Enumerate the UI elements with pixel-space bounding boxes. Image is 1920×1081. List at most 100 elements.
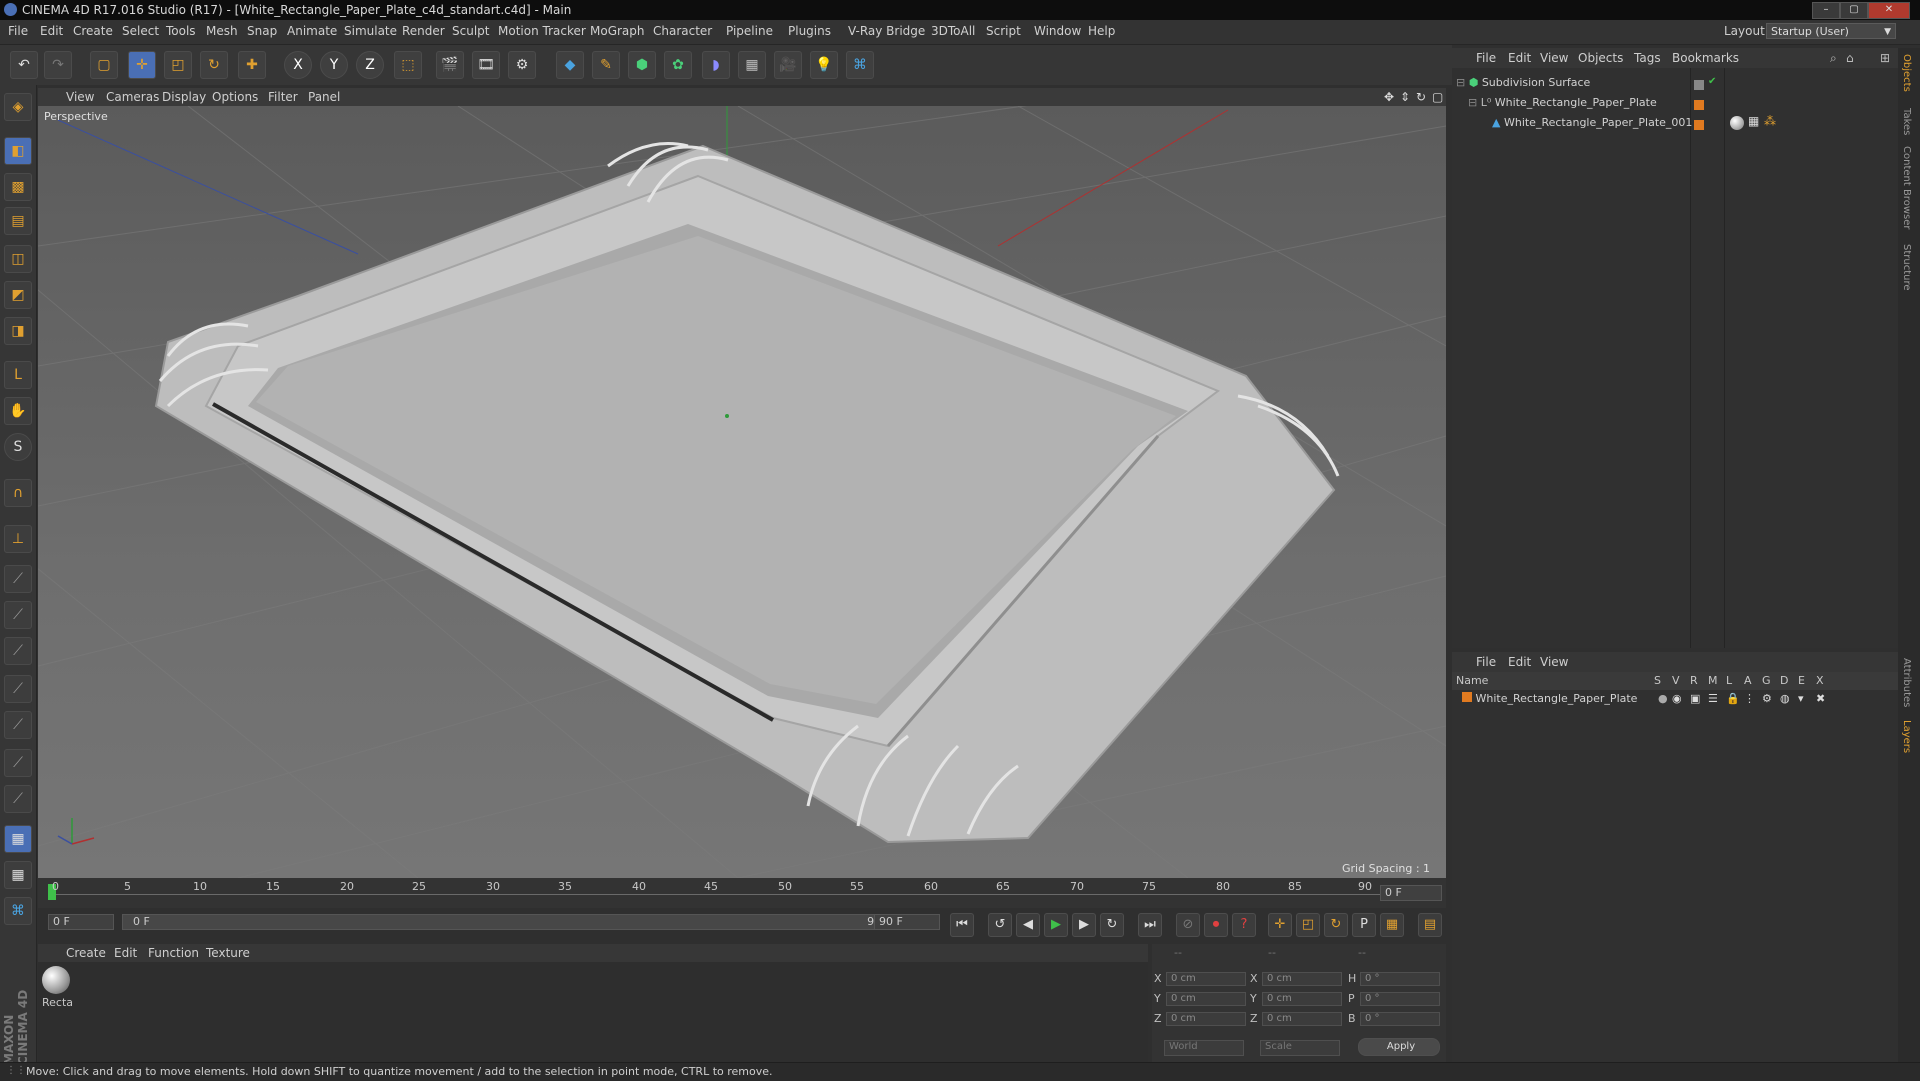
size-z-field[interactable]: 0 cm xyxy=(1262,1012,1342,1026)
quantize-icon[interactable]: ▦ xyxy=(4,861,32,889)
tab-takes[interactable]: Takes xyxy=(1901,108,1912,135)
rot-h-field[interactable]: 0 ° xyxy=(1360,972,1440,986)
zoom-view-icon[interactable]: ⇕ xyxy=(1400,90,1410,104)
phong-tag-icon[interactable]: ⁂ xyxy=(1764,114,1776,128)
vp-menu-cameras[interactable]: Cameras xyxy=(106,90,159,104)
python-script-icon[interactable]: ⌘ xyxy=(4,897,32,925)
mat-menu-texture[interactable]: Texture xyxy=(206,946,250,960)
mat-menu-function[interactable]: Function xyxy=(148,946,199,960)
key-rotation-icon[interactable]: ↻ xyxy=(1324,913,1348,937)
current-frame-field[interactable]: 0 F xyxy=(1380,885,1442,901)
collapse-icon[interactable]: ⊟ xyxy=(1468,96,1477,109)
om-menu-file[interactable]: File xyxy=(1476,51,1496,65)
menu-sculpt[interactable]: Sculpt xyxy=(452,24,489,38)
brush-4-icon[interactable]: ⟋ xyxy=(4,675,32,703)
coord-system-icon[interactable]: ⬚ xyxy=(394,51,422,79)
layer-swatch[interactable] xyxy=(1694,100,1704,110)
apply-button[interactable]: Apply xyxy=(1358,1038,1440,1056)
search-icon[interactable]: ⌕ xyxy=(1830,51,1837,66)
material-name[interactable]: Recta xyxy=(42,996,73,1009)
rot-p-field[interactable]: 0 ° xyxy=(1360,992,1440,1006)
pos-x-field[interactable]: 0 cm xyxy=(1166,972,1246,986)
layer-animation-icon[interactable]: ⋮ xyxy=(1744,692,1755,705)
axis-y-icon[interactable]: Y xyxy=(320,51,348,79)
menu-snap[interactable]: Snap xyxy=(247,24,277,38)
play-icon[interactable]: ▶ xyxy=(1044,913,1068,937)
prev-frame-icon[interactable]: ◀ xyxy=(1016,913,1040,937)
layer-xref-icon[interactable]: ✖ xyxy=(1816,692,1825,705)
menu-file[interactable]: File xyxy=(8,24,28,38)
end-frame-field[interactable]: 90 F xyxy=(874,914,940,930)
make-editable-icon[interactable]: ◈ xyxy=(4,93,32,121)
record-disabled-icon[interactable]: ⊘ xyxy=(1176,913,1200,937)
tab-content-browser[interactable]: Content Browser xyxy=(1901,146,1912,229)
lm-menu-edit[interactable]: Edit xyxy=(1508,655,1531,669)
scale-icon[interactable]: ◰ xyxy=(164,51,192,79)
undo-icon[interactable]: ↶ xyxy=(10,51,38,79)
layer-deformers-icon[interactable]: ◍ xyxy=(1780,692,1790,705)
menu-help[interactable]: Help xyxy=(1088,24,1115,38)
key-scale-icon[interactable]: ◰ xyxy=(1296,913,1320,937)
om-menu-bookmarks[interactable]: Bookmarks xyxy=(1672,51,1739,65)
close-button[interactable]: ✕ xyxy=(1868,2,1910,19)
size-y-field[interactable]: 0 cm xyxy=(1262,992,1342,1006)
live-selection-icon[interactable]: ▢ xyxy=(90,51,118,79)
tab-objects[interactable]: Objects xyxy=(1901,54,1912,92)
axis-mode-icon[interactable]: L xyxy=(4,361,32,389)
maximize-button[interactable]: ▢ xyxy=(1840,2,1868,19)
layer-swatch[interactable] xyxy=(1694,120,1704,130)
rotate-view-icon[interactable]: ↻ xyxy=(1416,90,1426,104)
light-icon[interactable]: 💡 xyxy=(810,51,838,79)
key-pla-icon[interactable]: ▦ xyxy=(1380,913,1404,937)
array-icon[interactable]: ✿ xyxy=(664,51,692,79)
brush-3-icon[interactable]: ⟋ xyxy=(4,637,32,665)
home-icon[interactable]: ⌂ xyxy=(1846,51,1854,65)
menu-mograph[interactable]: MoGraph xyxy=(590,24,645,38)
menu-motion-tracker[interactable]: Motion Tracker xyxy=(498,24,586,38)
brush-1-icon[interactable]: ⟋ xyxy=(4,565,32,593)
render-view-icon[interactable]: 🎬 xyxy=(436,51,464,79)
om-menu-tags[interactable]: Tags xyxy=(1634,51,1661,65)
brush-5-icon[interactable]: ⟋ xyxy=(4,711,32,739)
tree-item-subdivision[interactable]: ⊟ ⬢ Subdivision Surface xyxy=(1456,76,1590,89)
next-key-icon[interactable]: ↻ xyxy=(1100,913,1124,937)
grid-snap-icon[interactable]: ▦ xyxy=(4,825,32,853)
nurbs-icon[interactable]: ⬢ xyxy=(628,51,656,79)
autokey-icon[interactable]: ? xyxy=(1232,913,1256,937)
python-icon[interactable]: ⌘ xyxy=(846,51,874,79)
3d-viewport[interactable]: Perspective Grid Spacing : 1 cm xyxy=(38,106,1446,878)
menu-create[interactable]: Create xyxy=(73,24,113,38)
minimize-button[interactable]: – xyxy=(1812,2,1840,19)
om-menu-view[interactable]: View xyxy=(1540,51,1568,65)
pos-z-field[interactable]: 0 cm xyxy=(1166,1012,1246,1026)
menu-pipeline[interactable]: Pipeline xyxy=(726,24,773,38)
layer-generators-icon[interactable]: ⚙ xyxy=(1762,692,1772,705)
pen-icon[interactable]: ✎ xyxy=(592,51,620,79)
deformer-icon[interactable]: ◗ xyxy=(702,51,730,79)
layer-expressions-icon[interactable]: ▾ xyxy=(1798,692,1804,705)
menu-plugins[interactable]: Plugins xyxy=(788,24,831,38)
menu-window[interactable]: Window xyxy=(1034,24,1081,38)
lm-menu-view[interactable]: View xyxy=(1540,655,1568,669)
brush-6-icon[interactable]: ⟋ xyxy=(4,749,32,777)
range-slider[interactable]: 0 F 90 F xyxy=(122,914,902,930)
floor-icon[interactable]: ▦ xyxy=(738,51,766,79)
record-icon[interactable]: ⏺ xyxy=(1204,913,1228,937)
key-parameter-icon[interactable]: P xyxy=(1352,913,1376,937)
pos-y-field[interactable]: 0 cm xyxy=(1166,992,1246,1006)
menu-3dtoall[interactable]: 3DToAll xyxy=(931,24,975,38)
vp-menu-display[interactable]: Display xyxy=(162,90,206,104)
tree-item-paper-plate[interactable]: ⊟ L⁰ White_Rectangle_Paper_Plate xyxy=(1468,96,1657,109)
menu-edit[interactable]: Edit xyxy=(40,24,63,38)
vp-menu-options[interactable]: Options xyxy=(212,90,258,104)
layer-swatch[interactable] xyxy=(1694,80,1704,90)
coord-system-select[interactable]: World xyxy=(1164,1040,1244,1056)
size-x-field[interactable]: 0 cm xyxy=(1262,972,1342,986)
redo-icon[interactable]: ↷ xyxy=(44,51,72,79)
magnet-icon[interactable]: ∩ xyxy=(4,479,32,507)
lm-menu-file[interactable]: File xyxy=(1476,655,1496,669)
goto-end-icon[interactable]: ⏭ xyxy=(1138,913,1162,937)
layer-manager-icon[interactable]: ☰ xyxy=(1708,692,1718,705)
layer-render-icon[interactable]: ▣ xyxy=(1690,692,1700,705)
menu-vray-bridge[interactable]: V-Ray Bridge xyxy=(848,24,925,38)
